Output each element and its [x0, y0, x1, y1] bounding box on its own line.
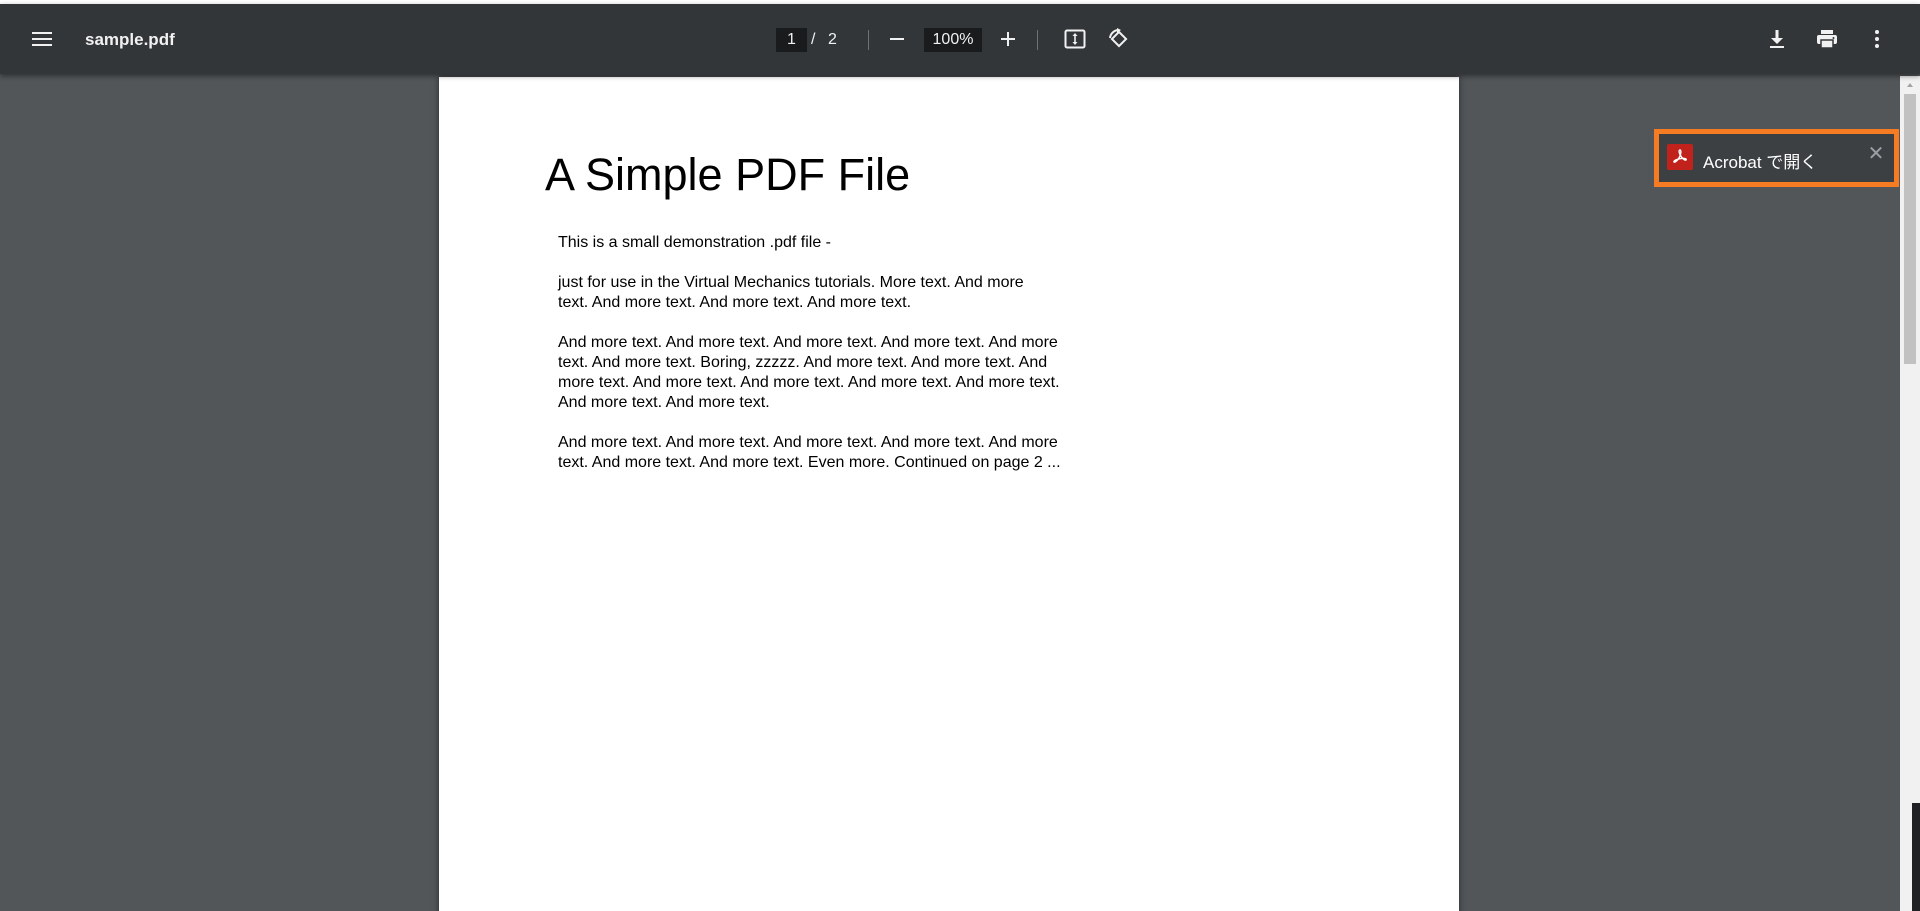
plus-icon: [1001, 32, 1015, 46]
pdf-paragraph: And more text. And more text. And more t…: [558, 334, 1060, 411]
pdf-page: A Simple PDF File This is a small demons…: [439, 77, 1459, 911]
document-title: sample.pdf: [85, 30, 175, 49]
zoom-level-input[interactable]: 100%: [924, 28, 982, 52]
print-icon: [1817, 30, 1837, 49]
download-icon: [1770, 30, 1784, 48]
vertical-scrollbar[interactable]: [1900, 76, 1920, 911]
fit-to-page-icon: [1064, 29, 1086, 49]
print-button[interactable]: [1807, 19, 1847, 59]
zoom-out-button[interactable]: [877, 19, 917, 59]
page-total: 2: [828, 31, 837, 48]
more-options-button[interactable]: [1857, 19, 1897, 59]
acrobat-icon: [1667, 144, 1693, 170]
download-button[interactable]: [1757, 19, 1797, 59]
menu-button[interactable]: [22, 19, 62, 59]
page-number-input[interactable]: 1: [776, 28, 807, 52]
zoom-in-button[interactable]: [988, 19, 1028, 59]
close-icon[interactable]: ✕: [1864, 142, 1888, 166]
toolbar-divider: [868, 30, 869, 50]
pdf-paragraph: just for use in the Virtual Mechanics tu…: [558, 274, 1024, 311]
pdf-paragraph: And more text. And more text. And more t…: [558, 434, 1061, 471]
more-vertical-icon: [1875, 30, 1879, 48]
acrobat-label: Acrobat で開く: [1703, 153, 1818, 172]
pdf-paragraph: This is a small demonstration .pdf file …: [558, 234, 831, 251]
rotate-button[interactable]: [1099, 19, 1139, 59]
scroll-up-arrow-icon[interactable]: [1900, 76, 1920, 93]
minus-icon: [890, 38, 904, 40]
open-in-acrobat-button[interactable]: Acrobat で開く ✕: [1654, 129, 1899, 187]
toolbar: sample.pdf 1 / 2 100%: [0, 4, 1920, 74]
rotate-icon: [1109, 28, 1128, 48]
toolbar-divider: [1037, 30, 1038, 50]
scrollbar-thumb[interactable]: [1904, 94, 1916, 364]
window-edge-marker: [1912, 803, 1920, 911]
pdf-heading: A Simple PDF File: [545, 149, 911, 200]
menu-icon: [32, 32, 52, 46]
page-separator: /: [811, 31, 816, 48]
pdf-viewer: sample.pdf 1 / 2 100% A Simple PDF File …: [0, 0, 1920, 911]
fit-to-page-button[interactable]: [1055, 19, 1095, 59]
